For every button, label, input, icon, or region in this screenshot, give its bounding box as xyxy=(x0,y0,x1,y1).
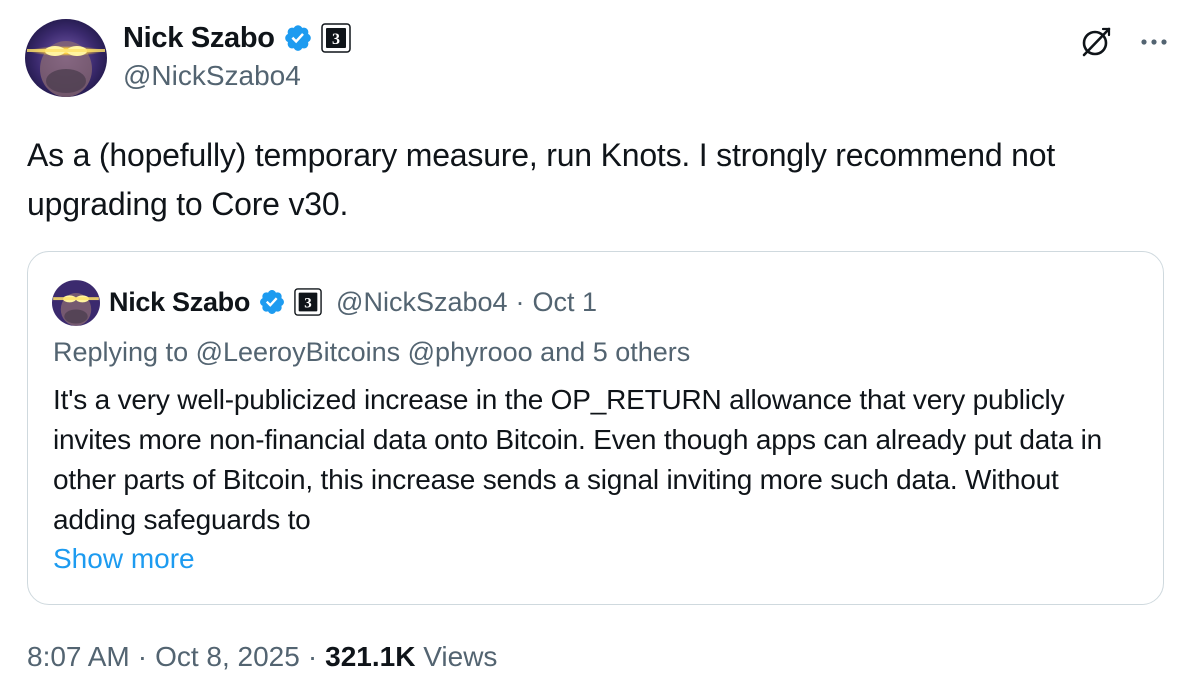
grok-icon[interactable] xyxy=(1078,24,1114,60)
quoted-tweet-text: It's a very well-publicized increase in … xyxy=(53,384,1103,535)
quoted-header: Nick Szabo 3 @NickSzabo4 · Oct 1 xyxy=(109,284,597,320)
top-actions xyxy=(1078,24,1172,60)
quoted-date[interactable]: Oct 1 xyxy=(533,287,598,318)
quoted-author-name[interactable]: Nick Szabo xyxy=(109,287,250,318)
quoted-verified-badge-icon[interactable] xyxy=(258,288,286,316)
tweet-meta: 8:07 AM · Oct 8, 2025 · 321.1K Views xyxy=(27,641,497,673)
quoted-affiliation-badge-icon[interactable]: 3 xyxy=(294,288,322,316)
meta-separator-2: · xyxy=(307,641,318,672)
tweet-text: As a (hopefully) temporary measure, run … xyxy=(27,137,1056,222)
quoted-replying-to: Replying to @LeeroyBitcoins @phyrooo and… xyxy=(53,337,690,368)
affiliation-badge-icon[interactable]: 3 xyxy=(320,23,351,53)
replying-user-1[interactable]: @LeeroyBitcoins xyxy=(196,337,401,367)
meta-separator-1: · xyxy=(137,641,148,672)
quoted-author-avatar[interactable] xyxy=(52,280,100,326)
tweet-time[interactable]: 8:07 AM xyxy=(27,641,130,673)
replying-user-2[interactable]: @phyrooo xyxy=(408,337,533,367)
quoted-affiliation-badge-text: 3 xyxy=(304,296,311,312)
quoted-separator: · xyxy=(515,286,525,317)
show-more-link[interactable]: Show more xyxy=(53,543,195,575)
views-label[interactable]: Views xyxy=(423,641,497,672)
quoted-tweet-card[interactable]: Nick Szabo 3 @NickSzabo4 · Oct 1 Replyin… xyxy=(27,251,1164,605)
author-name-row: Nick Szabo 3 xyxy=(123,20,351,56)
author-name[interactable]: Nick Szabo xyxy=(123,22,275,55)
replying-suffix[interactable]: and 5 others xyxy=(540,337,690,367)
views-count[interactable]: 321.1K xyxy=(325,641,415,672)
affiliation-badge-text: 3 xyxy=(332,31,340,48)
tweet-date[interactable]: Oct 8, 2025 xyxy=(155,641,300,673)
quoted-author-handle[interactable]: @NickSzabo4 xyxy=(336,287,507,318)
author-handle[interactable]: @NickSzabo4 xyxy=(123,60,301,92)
verified-badge-icon[interactable] xyxy=(283,23,313,53)
more-options-icon[interactable] xyxy=(1136,24,1172,60)
replying-prefix: Replying to xyxy=(53,337,189,367)
author-avatar[interactable] xyxy=(25,19,107,97)
